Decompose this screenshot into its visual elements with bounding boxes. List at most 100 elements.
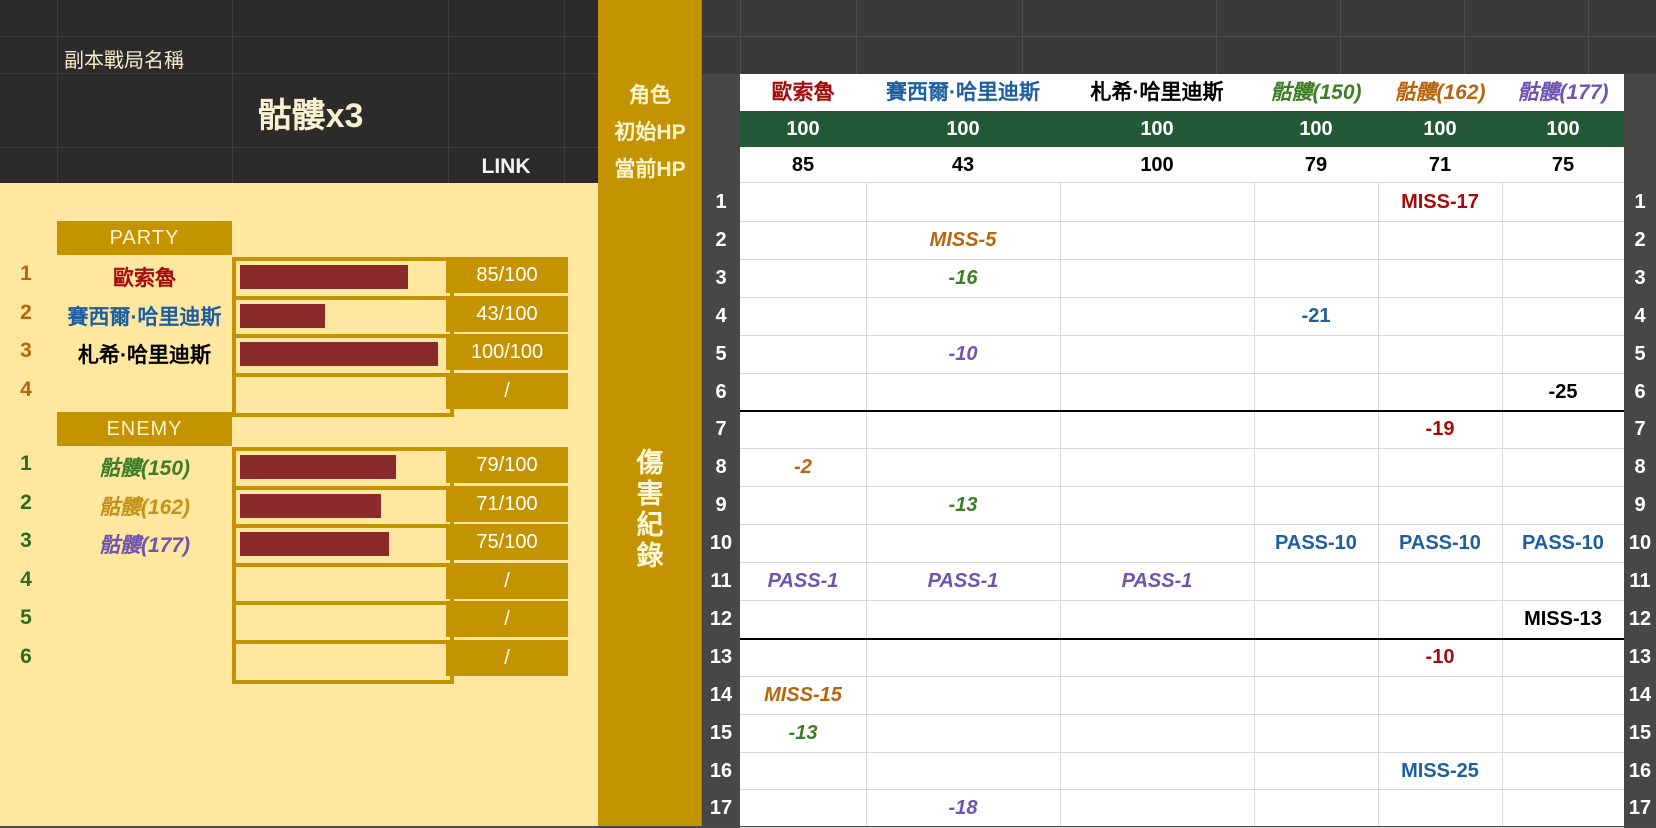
log-entry[interactable]: PASS-1 bbox=[740, 562, 866, 600]
row-number: 7 bbox=[1634, 418, 1646, 440]
initial-hp-cell: 100 bbox=[1423, 118, 1457, 140]
row-number: 10 bbox=[1628, 532, 1652, 554]
party-row-number: 4 bbox=[20, 377, 32, 401]
row-number: 4 bbox=[715, 305, 727, 327]
dungeon-name[interactable]: 骷髏x3 bbox=[58, 88, 563, 137]
spreadsheet-top-empty bbox=[702, 0, 1656, 74]
row-number: 9 bbox=[1634, 494, 1646, 516]
row-number: 2 bbox=[715, 229, 727, 251]
row-number: 5 bbox=[1634, 343, 1646, 365]
status-panel: PARTY 1 歐索魯 85/100 2 賽西爾·哈里迪斯 43/100 3 札希·哈里迪斯 1… bbox=[0, 183, 598, 826]
enemy-hp-value: / bbox=[446, 562, 568, 599]
enemy-hp-value: 75/100 bbox=[446, 524, 568, 560]
row-number: 16 bbox=[1628, 760, 1652, 782]
enemy-name: 骷髏(150) bbox=[98, 457, 191, 480]
current-hp-cell: 100 bbox=[1140, 154, 1174, 176]
party-hp-bar-fill bbox=[240, 303, 325, 328]
link-button[interactable]: LINK bbox=[448, 155, 564, 179]
current-hp-cell: 43 bbox=[951, 154, 975, 176]
log-entry[interactable]: PASS-10 bbox=[1502, 524, 1624, 562]
column-header[interactable]: 骷髏(177) bbox=[1502, 74, 1624, 111]
party-hp-bar bbox=[232, 372, 454, 417]
row-divider bbox=[740, 676, 1624, 677]
row-number: 8 bbox=[715, 456, 727, 478]
log-entry[interactable]: -10 bbox=[866, 335, 1060, 373]
party-name: 歐索魯 bbox=[113, 267, 176, 290]
row-number: 6 bbox=[715, 381, 727, 403]
column-header[interactable]: 骷髏(150) bbox=[1254, 74, 1378, 111]
log-entry[interactable]: PASS-10 bbox=[1378, 524, 1502, 562]
row-number: 5 bbox=[715, 343, 727, 365]
log-entry[interactable]: -13 bbox=[740, 714, 866, 752]
log-entry[interactable]: -19 bbox=[1378, 410, 1502, 448]
party-row-number: 1 bbox=[20, 262, 32, 285]
enemy-hp-bar-fill bbox=[240, 455, 396, 479]
log-entry[interactable]: MISS-5 bbox=[866, 221, 1060, 259]
log-entry[interactable]: PASS-10 bbox=[1254, 524, 1378, 562]
party-hp-bar bbox=[232, 257, 454, 301]
dungeon-name-label: 副本戰局名稱 bbox=[64, 50, 184, 72]
log-entry[interactable]: -16 bbox=[866, 259, 1060, 297]
party-row-number: 2 bbox=[20, 300, 32, 324]
damage-log-label: 傷害紀錄 bbox=[636, 448, 664, 571]
column-header[interactable]: 歐索魯 bbox=[740, 74, 866, 111]
party-hp-bar-fill bbox=[240, 342, 438, 366]
enemy-row-number: 3 bbox=[20, 529, 32, 552]
column-header[interactable]: 骷髏(162) bbox=[1378, 74, 1502, 111]
log-entry[interactable]: PASS-1 bbox=[866, 562, 1060, 600]
party-name: 札希·哈里迪斯 bbox=[78, 344, 211, 367]
row-number: 6 bbox=[1634, 381, 1646, 403]
row-number: 11 bbox=[1629, 570, 1651, 592]
log-entry[interactable]: MISS-15 bbox=[740, 676, 866, 714]
enemy-hp-bar bbox=[232, 485, 454, 530]
row-number: 17 bbox=[709, 797, 733, 819]
column-divider bbox=[1254, 183, 1255, 826]
column-header[interactable]: 札希·哈里迪斯 bbox=[1060, 74, 1254, 111]
enemy-row-number: 6 bbox=[20, 644, 32, 668]
log-entry[interactable]: -10 bbox=[1378, 638, 1502, 676]
log-entry[interactable]: -25 bbox=[1502, 373, 1624, 411]
enemy-row-number: 1 bbox=[20, 452, 32, 475]
column-divider bbox=[1060, 183, 1061, 826]
party-hp-bar bbox=[232, 334, 454, 378]
column-divider bbox=[1502, 183, 1503, 826]
row-number: 17 bbox=[1628, 797, 1652, 819]
row-number: 15 bbox=[709, 722, 733, 744]
enemy-section-header: ENEMY bbox=[57, 412, 232, 446]
log-entry[interactable]: MISS-13 bbox=[1502, 600, 1624, 638]
initial-hp-label: 初始HP bbox=[614, 121, 686, 144]
row-divider bbox=[740, 448, 1624, 449]
log-entry[interactable]: PASS-1 bbox=[1060, 562, 1254, 600]
initial-hp-cell: 100 bbox=[1299, 118, 1333, 140]
enemy-hp-bar bbox=[232, 562, 454, 607]
row-number: 3 bbox=[1634, 267, 1646, 289]
row-number: 10 bbox=[709, 532, 733, 554]
label-column: 角色 初始HP 當前HP 傷害紀錄 bbox=[598, 0, 702, 826]
row-number: 16 bbox=[709, 760, 733, 782]
log-entry[interactable]: -2 bbox=[740, 448, 866, 486]
column-header[interactable]: 賽西爾·哈里迪斯 bbox=[866, 74, 1060, 111]
enemy-row-number: 2 bbox=[20, 490, 32, 514]
row-number: 2 bbox=[1634, 229, 1646, 251]
party-section-header: PARTY bbox=[57, 221, 232, 255]
row-number: 8 bbox=[1634, 456, 1646, 478]
row-number: 12 bbox=[709, 608, 733, 630]
log-entry[interactable]: -18 bbox=[866, 789, 1060, 827]
row-number: 1 bbox=[715, 191, 727, 213]
row-number: 4 bbox=[1634, 305, 1646, 327]
enemy-name: 骷髏(162) bbox=[98, 495, 191, 519]
enemy-hp-value: 79/100 bbox=[446, 447, 568, 483]
enemy-row-number: 5 bbox=[20, 606, 32, 629]
log-entry[interactable]: -13 bbox=[866, 486, 1060, 524]
enemy-hp-bar-fill bbox=[240, 493, 381, 518]
row-number: 12 bbox=[1628, 608, 1652, 630]
role-label: 角色 bbox=[629, 84, 671, 107]
log-entry[interactable]: MISS-25 bbox=[1378, 752, 1502, 790]
initial-hp-cell: 100 bbox=[1546, 118, 1580, 140]
row-number: 7 bbox=[715, 418, 727, 440]
enemy-hp-bar bbox=[232, 601, 454, 645]
log-entry[interactable]: -21 bbox=[1254, 297, 1378, 335]
enemy-hp-bar bbox=[232, 447, 454, 491]
log-entry[interactable]: MISS-17 bbox=[1378, 183, 1502, 221]
initial-hp-cell: 100 bbox=[946, 118, 980, 140]
